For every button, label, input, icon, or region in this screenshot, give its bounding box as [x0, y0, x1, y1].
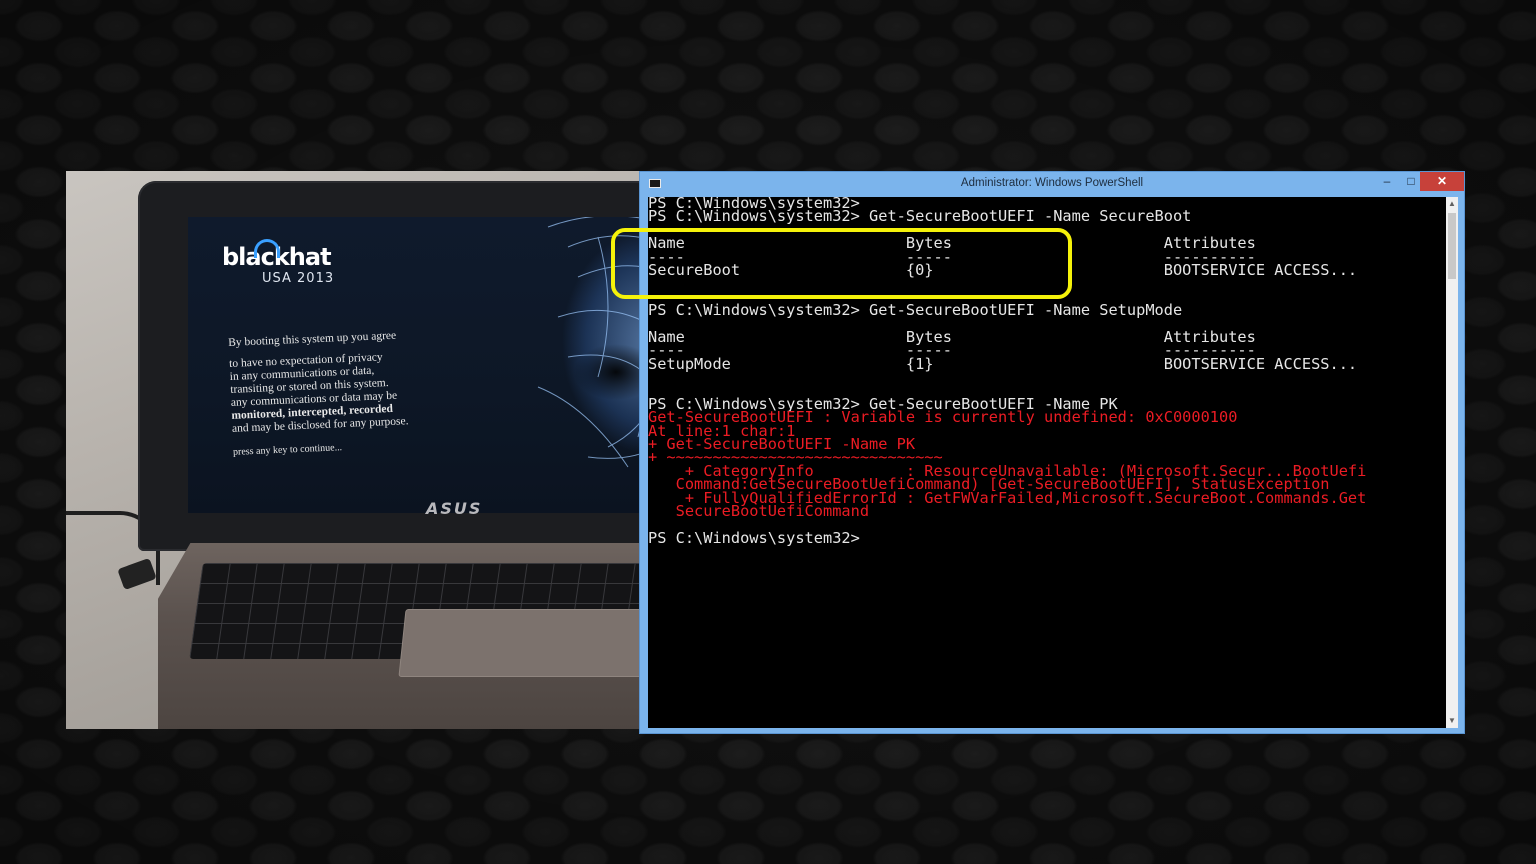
console-line: PS C:\Windows\system32> Get-SecureBootUE…	[648, 207, 1192, 226]
console-line: PS C:\Windows\system32>	[648, 528, 860, 547]
blackhat-logo: blackhat USA 2013	[222, 239, 372, 286]
close-button[interactable]: ✕	[1420, 172, 1464, 191]
hat-icon	[254, 239, 280, 258]
console-line: SetupMode {1} BOOTSERVICE ACCESS...	[648, 354, 1358, 373]
minimize-button[interactable]: –	[1374, 172, 1400, 191]
asus-brand: ASUS	[426, 499, 483, 518]
laptop-photo: blackhat USA 2013 By booting this system…	[66, 171, 640, 729]
laptop-screen: blackhat USA 2013 By booting this system…	[188, 217, 640, 513]
warning-banner: By booting this system up you agree to h…	[228, 329, 409, 458]
title-bar[interactable]: Administrator: Windows PowerShell – □ ✕	[640, 172, 1464, 194]
scroll-up-arrow-icon[interactable]: ▲	[1446, 197, 1458, 211]
vertical-scrollbar[interactable]: ▲ ▼	[1446, 197, 1458, 728]
highlight-box	[611, 228, 1072, 299]
touchpad	[398, 609, 640, 677]
scroll-down-arrow-icon[interactable]: ▼	[1446, 714, 1458, 728]
scrollbar-thumb[interactable]	[1448, 213, 1456, 279]
console-line: PS C:\Windows\system32> Get-SecureBootUE…	[648, 301, 1183, 320]
window-title: Administrator: Windows PowerShell	[960, 177, 1144, 189]
console-error-line: SecureBootUefiCommand	[648, 501, 870, 520]
